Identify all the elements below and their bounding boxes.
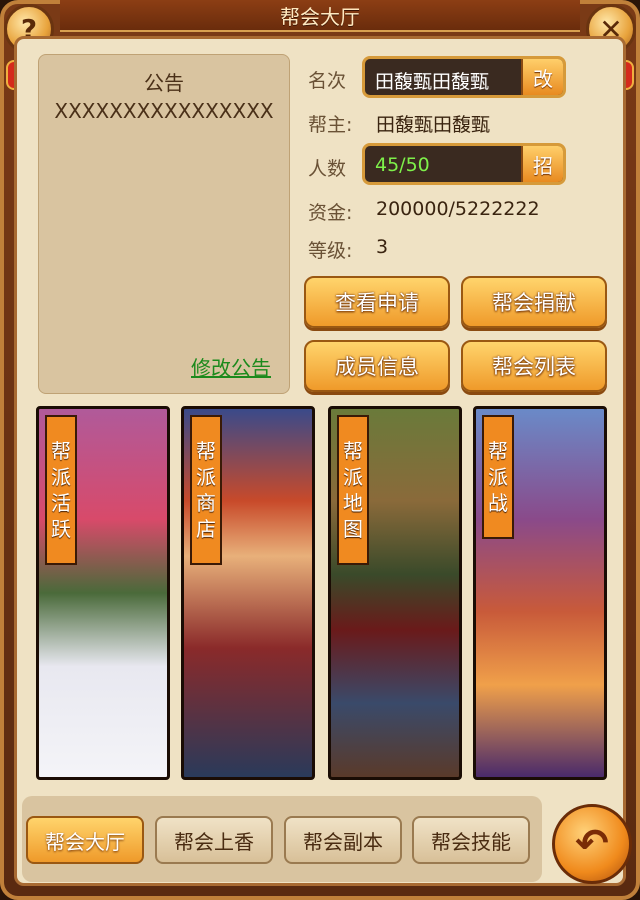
tab-guild-hall[interactable]: 帮会大厅 (26, 816, 144, 864)
rank-label: 名次 (308, 70, 347, 92)
leader-label: 帮主: (308, 114, 353, 136)
recruit-button[interactable]: 招 (521, 146, 563, 182)
tab-guild-dungeon[interactable]: 帮会副本 (284, 816, 402, 864)
back-arrow-icon: ↶ (575, 821, 609, 867)
guild-donation-button[interactable]: 帮会捐献 (461, 276, 607, 328)
guild-name-value: 田馥甄田馥甄 (375, 71, 490, 93)
level-label: 等级: (308, 240, 353, 262)
edit-notice-link[interactable]: 修改公告 (191, 352, 271, 381)
card-label: 帮派活跃 (45, 415, 77, 565)
view-applications-button[interactable]: 查看申请 (304, 276, 450, 328)
members-value: 45/50 (375, 154, 430, 176)
notice-panel: 公告 XXXXXXXXXXXXXXXX 修改公告 (38, 54, 290, 394)
notice-title: 公告 (144, 71, 184, 95)
guild-activity-card[interactable]: 帮派活跃 (36, 406, 170, 780)
guild-list-button[interactable]: 帮会列表 (461, 340, 607, 392)
members-field: 45/50 招 (362, 143, 566, 185)
notice-body: XXXXXXXXXXXXXXXX (54, 99, 274, 123)
leader-value: 田馥甄田馥甄 (376, 114, 491, 136)
guild-war-card[interactable]: 帮派战 (473, 406, 607, 780)
funds-label: 资金: (308, 202, 353, 224)
rename-button[interactable]: 改 (521, 59, 563, 95)
back-button[interactable]: ↶ (552, 804, 632, 884)
tab-guild-skills[interactable]: 帮会技能 (412, 816, 530, 864)
guild-name-field: 田馥甄田馥甄 改 (362, 56, 566, 98)
card-label: 帮派地图 (337, 415, 369, 565)
guild-map-card[interactable]: 帮派地图 (328, 406, 462, 780)
guild-shop-card[interactable]: 帮派商店 (181, 406, 315, 780)
title-bar: 帮会大厅 (60, 0, 580, 32)
card-label: 帮派战 (482, 415, 514, 539)
members-label: 人数 (308, 158, 347, 180)
window-title: 帮会大厅 (280, 4, 360, 29)
tab-guild-incense[interactable]: 帮会上香 (155, 816, 273, 864)
card-label: 帮派商店 (190, 415, 222, 565)
member-info-button[interactable]: 成员信息 (304, 340, 450, 392)
funds-value: 200000/5222222 (376, 198, 540, 220)
level-value: 3 (376, 236, 389, 258)
